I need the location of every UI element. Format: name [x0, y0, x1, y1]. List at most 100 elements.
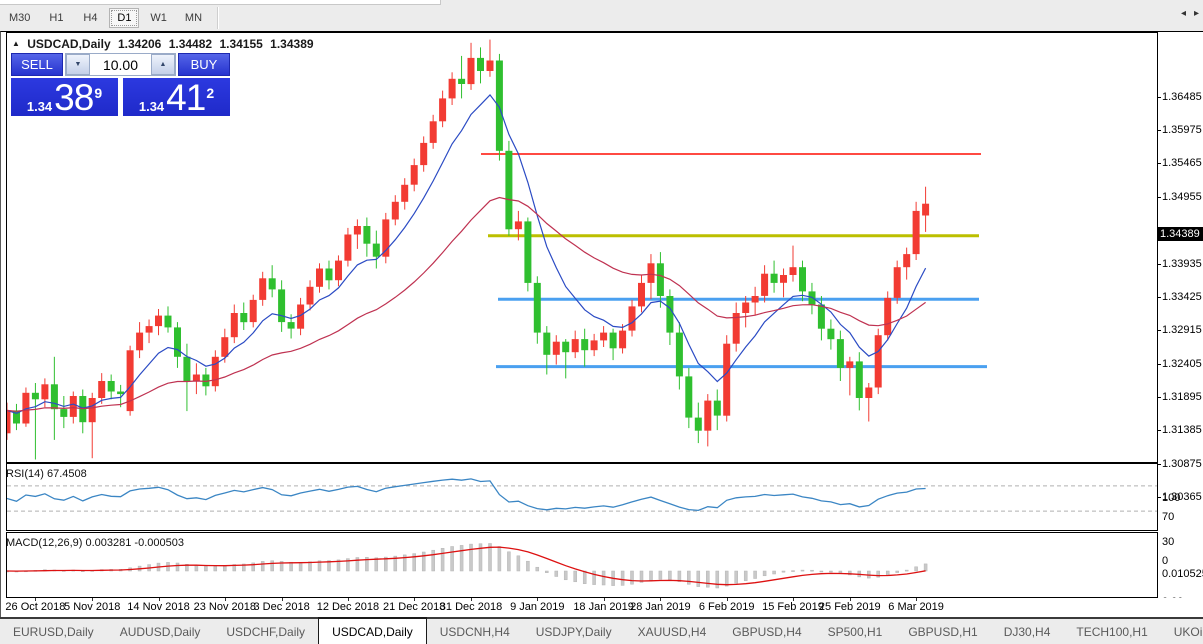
chevron-down-icon: ▼ [74, 61, 82, 68]
collapse-trade-panel-icon[interactable]: ▲ [12, 39, 20, 48]
timeframe-button-h1[interactable]: H1 [41, 8, 71, 28]
candle [192, 374, 200, 381]
candle [69, 396, 77, 417]
chart-tab-gbpusd-h1[interactable]: GBPUSD,H1 [895, 619, 990, 644]
candle [211, 356, 219, 387]
candle [704, 400, 712, 431]
macd-histogram-bar [507, 551, 511, 572]
volume-decrease-button[interactable]: ▼ [66, 54, 90, 75]
candle [524, 221, 532, 283]
buy-price-button[interactable]: 1.34 41 2 [123, 78, 230, 116]
candle [174, 327, 181, 357]
time-axis-label: 31 Dec 2018 [439, 601, 503, 613]
rsi-label: RSI(14) 67.4508 [6, 468, 87, 480]
candle [221, 337, 229, 357]
time-axis-label: 3 Dec 2018 [253, 601, 310, 613]
chart-tab-sp500-h1[interactable]: SP500,H1 [815, 619, 896, 644]
scroll-tabs-left-icon[interactable]: ◂ [1181, 8, 1186, 19]
macd-histogram-bar [658, 570, 663, 580]
macd-histogram-bar [497, 546, 502, 572]
one-click-trading-panel: SELL ▼ ▲ BUY 1.34 38 9 [11, 53, 230, 116]
macd-histogram-bar [649, 570, 653, 581]
time-axis[interactable]: 26 Oct 2018 5 Nov 2018 14 Nov 2018 23 Nov 2… [1, 598, 1203, 617]
macd-histogram-bar [706, 570, 710, 588]
macd-histogram-bar [923, 563, 928, 572]
timeframe-button-w1[interactable]: W1 [143, 8, 174, 28]
chart-tab-audusd-daily[interactable]: AUDUSD,Daily [107, 619, 214, 644]
candle [268, 278, 276, 290]
candle [571, 339, 579, 353]
timeframe-button-mn[interactable]: MN [178, 8, 209, 28]
sell-price-button[interactable]: 1.34 38 9 [11, 78, 118, 116]
price-tick [1157, 330, 1161, 332]
candle [31, 392, 39, 400]
macd-histogram-bar [194, 564, 199, 572]
candle [117, 391, 125, 395]
mt4-chart-window: M30 H1 H4 D1 W1 MN ▲ USDCAD,Daily 1.34206 1.3… [0, 0, 1203, 644]
chart-tab-eurusd-daily[interactable]: EURUSD,Daily [0, 619, 107, 644]
macd-histogram-bar [772, 570, 776, 575]
macd-histogram-bar [563, 570, 568, 581]
candle [903, 254, 911, 268]
macd-histogram-bar [535, 566, 540, 572]
macd-histogram-bar [469, 543, 473, 572]
macd-label: MACD(12,26,9) 0.003281 -0.000503 [6, 537, 184, 549]
ohlc-close: 1.34389 [270, 37, 314, 51]
chart-tab-usdcad-daily[interactable]: USDCAD,Daily [318, 617, 427, 644]
candle [912, 210, 920, 255]
candle [694, 417, 702, 431]
candle [789, 267, 797, 275]
price-axis-label: 1.31385 [1162, 424, 1202, 437]
price-axis-label: 1.33935 [1162, 257, 1202, 270]
price-axis-label: 1.33425 [1162, 290, 1202, 303]
price-tick [1157, 497, 1161, 498]
candle [742, 302, 750, 313]
macd-histogram-bar [800, 569, 805, 572]
candle [448, 78, 456, 99]
candle [922, 203, 930, 216]
candle [155, 315, 162, 327]
macd-histogram-bar [781, 570, 786, 573]
chart-tab-tech100-h1[interactable]: TECH100,H1 [1063, 619, 1160, 644]
chart-tab-xauusd-h4[interactable]: XAUUSD,H4 [625, 619, 720, 644]
volume-increase-button[interactable]: ▲ [151, 54, 175, 75]
chart-tab-dj30-h4[interactable]: DJ30,H4 [991, 619, 1064, 644]
price-axis-label: 1.32915 [1162, 324, 1202, 337]
macd-histogram-bar [810, 569, 814, 572]
candle [240, 313, 248, 323]
time-axis-label: 25 Feb 2019 [818, 601, 881, 613]
chart-tab-usdjpy-daily[interactable]: USDJPY,Daily [523, 619, 625, 644]
volume-input[interactable] [90, 54, 151, 75]
candle [107, 381, 115, 392]
price-axis-label: 1.34955 [1162, 190, 1202, 203]
candle [420, 142, 428, 166]
macd-histogram-bar [582, 570, 587, 584]
chart-tab-usdchf-daily[interactable]: USDCHF,Daily [213, 619, 318, 644]
sell-button[interactable]: SELL [11, 53, 63, 76]
price-axis-label: 1.30875 [1162, 457, 1202, 470]
macd-histogram-bar [270, 560, 274, 572]
timeframe-button-d1[interactable]: D1 [109, 8, 140, 28]
candle [751, 296, 759, 303]
candle [495, 60, 503, 151]
scroll-tabs-right-icon[interactable]: ▸ [1194, 8, 1199, 19]
macd-histogram-bar [592, 570, 596, 585]
macd-histogram-bar [459, 545, 464, 572]
chart-tab-usdcnh-h4[interactable]: USDCNH,H4 [427, 619, 523, 644]
macd-histogram-bar [298, 561, 303, 572]
chart-tab-ukoil[interactable]: UKOil, [1161, 619, 1203, 644]
timeframe-button-h4[interactable]: H4 [75, 8, 105, 28]
candle [306, 286, 314, 305]
macd-axis-label: 0.010525 [1162, 567, 1203, 580]
chart-tabs-bar: EURUSD,Daily AUDUSD,Daily USDCHF,Daily USDC… [0, 617, 1203, 644]
candle [713, 400, 721, 416]
candle [562, 341, 570, 353]
candle [98, 381, 106, 398]
chart-tab-gbpusd-h4[interactable]: GBPUSD,H4 [719, 619, 814, 644]
buy-button[interactable]: BUY [178, 53, 230, 76]
rsi-indicator-canvas[interactable] [6, 463, 1158, 531]
rsi-axis-label: 0 [1162, 555, 1169, 567]
timeframe-button-m30[interactable]: M30 [2, 8, 37, 28]
time-axis-label: 15 Feb 2019 [762, 601, 824, 613]
price-axis-label: 1.36485 [1162, 90, 1202, 103]
